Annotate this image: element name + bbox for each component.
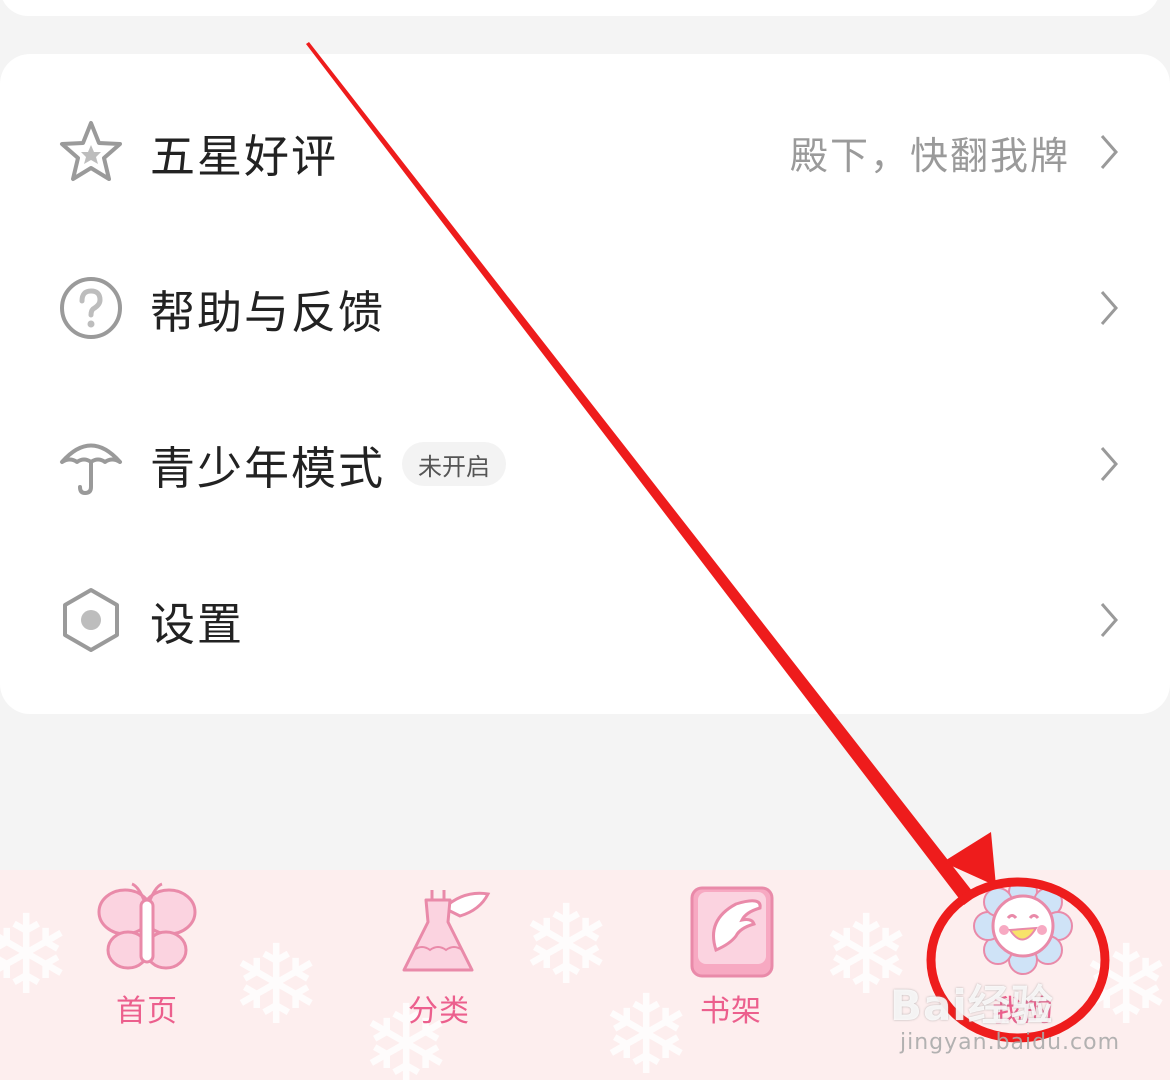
menu-item-label: 设置 [150,597,245,651]
top-card [0,0,1160,16]
umbrella-icon [56,429,126,499]
chevron-right-icon [1100,291,1118,325]
snowflake-decoration: ❄ [0,891,73,1019]
menu-item-label: 青少年模式 [150,441,386,495]
chevron-right-icon [1100,603,1118,637]
watermark-url: jingyan.baidu.com [900,1030,1121,1055]
menu-item-youth-mode[interactable]: 青少年模式 未开启 [0,386,1170,542]
rating-prompt-text: 殿下，快翻我牌 [789,133,1070,178]
tab-home[interactable]: 首页 [72,880,222,1040]
watermark-brand: Bai经验 [890,981,1054,1030]
flower-face-icon [973,880,1073,975]
star-icon [56,117,126,187]
tab-label: 书架 [700,994,762,1029]
menu-item-settings[interactable]: 设置 [0,542,1170,698]
menu-card: 五星好评 殿下，快翻我牌 帮助与反馈 青少年模式 未开启 设置 [0,54,1170,714]
menu-item-rating[interactable]: 五星好评 殿下，快翻我牌 [0,74,1170,230]
butterfly-icon [97,882,197,970]
chevron-right-icon [1100,135,1118,169]
book-icon [690,886,774,978]
menu-item-label: 帮助与反馈 [150,285,386,339]
youth-mode-status-badge: 未开启 [402,442,506,486]
tab-label: 分类 [408,994,470,1029]
settings-icon [56,585,126,655]
tab-bookshelf[interactable]: 书架 [656,880,806,1040]
tab-label: 首页 [116,994,178,1029]
tab-category[interactable]: 分类 [364,880,514,1040]
menu-item-label: 五星好评 [150,129,339,183]
snowflake-decoration: ❄ [230,921,323,1049]
help-icon [56,273,126,343]
chevron-right-icon [1100,447,1118,481]
menu-item-help[interactable]: 帮助与反馈 [0,230,1170,386]
snowflake-decoration: ❄ [520,881,613,1009]
dress-icon [402,890,491,972]
